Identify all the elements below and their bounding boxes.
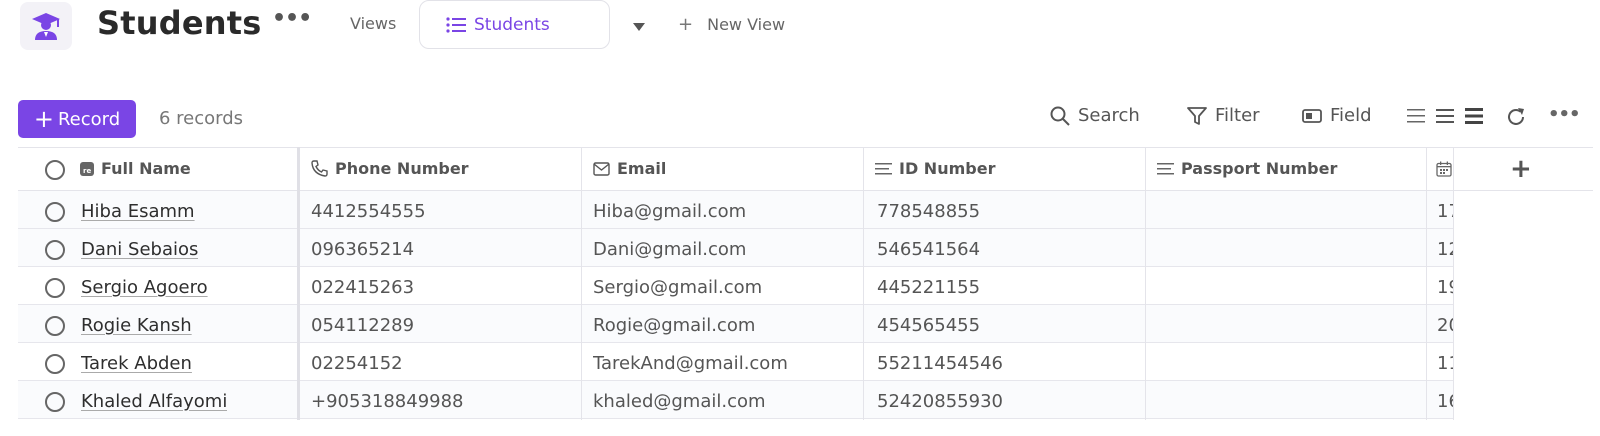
filter-label: Filter [1215, 105, 1260, 126]
density-medium-icon[interactable] [1436, 108, 1454, 128]
density-tall-icon[interactable] [1465, 108, 1483, 128]
email-cell[interactable]: khaled@gmail.com [593, 391, 766, 412]
list-icon [446, 16, 466, 34]
mail-icon [593, 161, 610, 176]
full-name-cell[interactable]: Khaled Alfayomi [81, 391, 227, 412]
date-cell[interactable]: 20 [1437, 315, 1453, 336]
email-cell[interactable]: Dani@gmail.com [593, 239, 746, 260]
phone-cell[interactable]: 054112289 [311, 315, 414, 336]
email-cell[interactable]: TarekAnd@gmail.com [593, 353, 788, 374]
full-name-cell[interactable]: Rogie Kansh [81, 315, 192, 336]
column-label: Passport Number [1181, 159, 1338, 178]
id-number-cell[interactable]: 55211454546 [877, 353, 1003, 374]
full-name-cell[interactable]: Sergio Agoero [81, 277, 208, 298]
search-icon [1050, 106, 1070, 126]
more-options-icon[interactable]: ••• [272, 6, 312, 31]
views-label[interactable]: Views [350, 14, 396, 33]
field-icon [1302, 108, 1322, 123]
column-header-passport-number[interactable]: Passport Number [1157, 147, 1337, 190]
row-checkbox[interactable] [45, 316, 65, 336]
search-label: Search [1078, 105, 1140, 126]
text-lines-icon [1157, 162, 1174, 174]
add-record-button[interactable]: + Record [18, 100, 136, 138]
column-label: Email [617, 159, 667, 178]
phone-cell[interactable]: +905318849988 [311, 391, 464, 412]
date-cell[interactable]: 11 [1437, 353, 1453, 374]
text-lines-icon [875, 162, 892, 174]
svg-text:re: re [83, 167, 91, 175]
row-checkbox[interactable] [45, 354, 65, 374]
id-number-cell[interactable]: 445221155 [877, 277, 980, 298]
more-menu-icon[interactable]: ••• [1548, 104, 1581, 125]
column-divider[interactable] [1145, 147, 1146, 420]
id-number-cell[interactable]: 546541564 [877, 239, 980, 260]
full-name-cell[interactable]: Tarek Abden [81, 353, 192, 374]
page-title: Students [97, 4, 262, 42]
row-checkbox[interactable] [45, 278, 65, 298]
density-compact-icon[interactable] [1407, 108, 1425, 128]
column-label: Full Name [101, 159, 191, 178]
date-cell[interactable]: 19 [1437, 277, 1453, 298]
id-number-cell[interactable]: 454565455 [877, 315, 980, 336]
column-label: Phone Number [335, 159, 469, 178]
primary-field-icon: re [80, 161, 94, 176]
date-cell[interactable]: 17 [1437, 201, 1453, 222]
filter-button[interactable]: Filter [1187, 105, 1260, 126]
select-all-checkbox[interactable] [45, 160, 65, 180]
column-divider[interactable] [581, 147, 582, 420]
records-count: 6 records [159, 108, 244, 129]
id-number-cell[interactable]: 52420855930 [877, 391, 1003, 412]
new-view-button[interactable]: + New View [678, 14, 785, 35]
phone-icon [311, 160, 328, 177]
date-cell[interactable]: 16 [1437, 391, 1453, 412]
row-checkbox[interactable] [45, 202, 65, 222]
graduate-icon [32, 13, 60, 40]
full-name-cell[interactable]: Hiba Esamm [81, 201, 195, 222]
filter-icon [1187, 106, 1207, 125]
plus-icon: + [678, 14, 694, 35]
email-cell[interactable]: Sergio@gmail.com [593, 277, 762, 298]
id-number-cell[interactable]: 778548855 [877, 201, 980, 222]
phone-cell[interactable]: 096365214 [311, 239, 414, 260]
chevron-down-icon[interactable] [632, 17, 646, 36]
column-header-full-name[interactable]: re Full Name [80, 147, 191, 190]
full-name-cell[interactable]: Dani Sebaios [81, 239, 198, 260]
record-button-label: Record [57, 108, 121, 130]
column-header-date[interactable] [1436, 147, 1459, 190]
tab-label: Students [474, 14, 550, 35]
row-checkbox[interactable] [45, 240, 65, 260]
add-column-button[interactable]: + [1510, 154, 1532, 184]
column-header-id-number[interactable]: ID Number [875, 147, 995, 190]
field-label: Field [1330, 105, 1372, 126]
field-button[interactable]: Field [1302, 105, 1372, 126]
search-button[interactable]: Search [1050, 105, 1140, 126]
column-label: ID Number [899, 159, 996, 178]
column-header-email[interactable]: Email [593, 147, 666, 190]
column-divider[interactable] [863, 147, 864, 420]
row-checkbox[interactable] [45, 392, 65, 412]
phone-cell[interactable]: 022415263 [311, 277, 414, 298]
column-divider[interactable] [297, 147, 300, 420]
calendar-icon [1436, 161, 1452, 177]
email-cell[interactable]: Rogie@gmail.com [593, 315, 755, 336]
email-cell[interactable]: Hiba@gmail.com [593, 201, 746, 222]
date-cell[interactable]: 12 [1437, 239, 1453, 260]
tab-students-view[interactable]: Students [419, 0, 610, 49]
column-divider[interactable] [1426, 147, 1427, 420]
plus-icon: + [33, 105, 54, 133]
phone-cell[interactable]: 02254152 [311, 353, 403, 374]
phone-cell[interactable]: 4412554555 [311, 201, 426, 222]
refresh-icon[interactable] [1505, 106, 1527, 132]
new-view-label: New View [707, 15, 786, 34]
app-icon[interactable] [20, 2, 72, 50]
header-top-border [18, 147, 1593, 148]
column-header-phone-number[interactable]: Phone Number [311, 147, 469, 190]
column-divider [1453, 147, 1454, 420]
